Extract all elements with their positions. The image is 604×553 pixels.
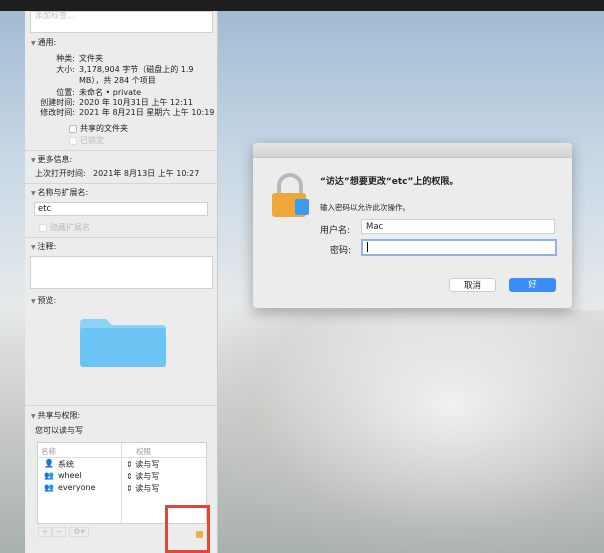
name-input[interactable]: etc <box>34 202 208 216</box>
password-label: 密码: <box>330 246 352 256</box>
section-sharing[interactable]: 共享与权限: <box>31 410 81 421</box>
column-privilege[interactable]: 权限 <box>136 446 151 457</box>
privilege-popup[interactable]: ⇕ 读与写 <box>126 471 159 482</box>
section-name-ext[interactable]: 名称与扩展名: <box>31 187 89 198</box>
section-preview[interactable]: 预览: <box>31 295 57 306</box>
section-more-info[interactable]: 更多信息: <box>31 154 73 165</box>
size-value-1: 3,178,904 字节（磁盘上的 1.9 <box>79 65 194 74</box>
size-value-2: MB），共 284 个项目 <box>79 76 156 85</box>
user-icon: 👤 <box>44 459 54 468</box>
username-input[interactable]: Mac <box>361 219 555 234</box>
dialog-titlebar <box>253 143 572 158</box>
auth-dialog: “访达”想要更改“etc”上的权限。 输入密码以允许此次操作。 用户名: Mac… <box>253 143 572 308</box>
comments-textarea[interactable] <box>30 256 213 289</box>
hide-extension-checkbox[interactable]: 隐藏扩展名 <box>39 222 90 233</box>
action-menu-button[interactable]: ⚙▾ <box>69 527 89 537</box>
everyone-icon: 👥 <box>44 483 54 492</box>
modified-value: 2021 年 8月21日 星期六 上午 10:19 <box>79 108 215 117</box>
column-name[interactable]: 名称 <box>41 446 56 457</box>
cloud-background <box>220 310 604 553</box>
lock-finder-icon <box>272 173 309 217</box>
username-label: 用户名: <box>320 226 351 236</box>
kind-label: 种类: <box>56 54 75 63</box>
cancel-button[interactable]: 取消 <box>449 278 496 292</box>
modified-label: 修改时间: <box>40 108 75 117</box>
locked-checkbox[interactable]: 已锁定 <box>69 135 104 146</box>
permission-status: 您可以读与写 <box>35 426 83 435</box>
section-general[interactable]: 通用: <box>31 37 57 48</box>
add-user-button[interactable]: + <box>38 527 52 537</box>
divider <box>25 237 218 238</box>
dialog-title: “访达”想要更改“etc”上的权限。 <box>320 177 459 187</box>
password-input[interactable] <box>361 239 557 256</box>
size-label: 大小: <box>56 65 75 74</box>
divider <box>25 150 218 151</box>
kind-value: 文件夹 <box>79 54 103 63</box>
top-bar <box>0 0 604 11</box>
last-opened-value: 2021年 8月13日 上午 10:27 <box>93 169 200 178</box>
highlight-box <box>165 505 210 553</box>
group-icon: 👥 <box>44 471 54 480</box>
dialog-message: 输入密码以允许此次操作。 <box>320 203 410 212</box>
section-comments[interactable]: 注释: <box>31 241 57 252</box>
shared-folder-checkbox[interactable]: 共享的文件夹 <box>69 123 128 134</box>
ok-button[interactable]: 好 <box>509 278 556 292</box>
tags-input[interactable]: 添加标签... <box>30 11 213 33</box>
last-opened-label: 上次打开时间: <box>35 169 86 178</box>
privilege-popup[interactable]: ⇕ 读与写 <box>126 483 159 494</box>
privilege-popup[interactable]: ⇕ 读与写 <box>126 459 159 470</box>
info-panel: 添加标签... 通用: 种类: 文件夹 大小: 3,178,904 字节（磁盘上… <box>25 11 218 553</box>
divider <box>25 183 218 184</box>
remove-user-button[interactable]: − <box>52 527 66 537</box>
folder-icon <box>80 319 166 367</box>
divider <box>25 405 218 406</box>
